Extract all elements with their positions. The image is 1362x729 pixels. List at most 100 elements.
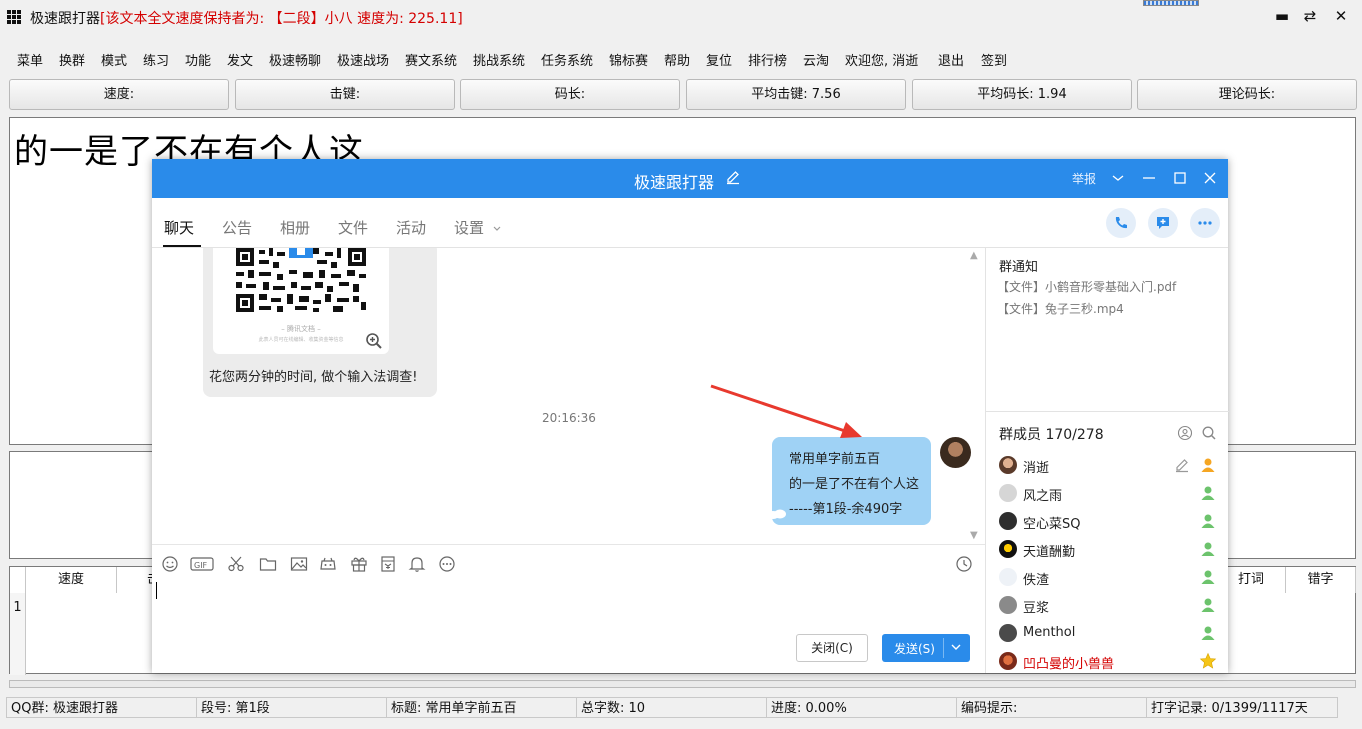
member-name: 空心菜SQ xyxy=(1023,517,1081,532)
message-timestamp: 20:16:36 xyxy=(542,411,596,425)
tab-settings[interactable]: 设置 xyxy=(454,217,502,238)
menu-item[interactable]: 排行榜 xyxy=(748,50,787,69)
member-item[interactable]: 佚渣 xyxy=(986,564,1229,592)
edit-icon[interactable] xyxy=(725,169,741,185)
close-button[interactable]: 关闭(C) xyxy=(796,634,868,662)
star-icon xyxy=(1199,652,1217,669)
grid-header-cell[interactable]: 错字 xyxy=(1286,567,1356,593)
history-clock-icon[interactable] xyxy=(955,555,973,573)
tab-activity[interactable]: 活动 xyxy=(396,217,426,238)
member-item[interactable]: 风之雨 xyxy=(986,480,1229,508)
shared-card-message[interactable]: – 腾讯文档 – 此表人员可在线编辑、收集资金等信息 花您两分钟的时间, 做个输… xyxy=(203,248,437,397)
member-avatar xyxy=(999,568,1017,586)
message-line: 的一是了不在有个人这 xyxy=(789,477,920,492)
menu-item[interactable]: 帮助 xyxy=(664,50,690,69)
qr-code-preview[interactable]: – 腾讯文档 – 此表人员可在线编辑、收集资金等信息 xyxy=(213,248,389,354)
tab-announcement[interactable]: 公告 xyxy=(222,217,252,238)
menu-item[interactable]: 发文 xyxy=(227,50,253,69)
message-list[interactable]: – 腾讯文档 – 此表人员可在线编辑、收集资金等信息 花您两分钟的时间, 做个输… xyxy=(152,248,985,544)
menu-item[interactable]: 签到 xyxy=(981,50,1007,69)
emoji-icon[interactable] xyxy=(161,555,179,573)
notice-file-item[interactable]: 【文件】兔子三秒.mp4 xyxy=(997,300,1124,317)
menu-item[interactable]: 赛文系统 xyxy=(405,50,457,69)
member-avatar xyxy=(999,456,1017,474)
minimize-icon[interactable]: ▬ xyxy=(1272,6,1292,26)
grid-header-cell[interactable]: 速度 xyxy=(26,567,117,593)
tab-settings-label: 设置 xyxy=(454,219,485,237)
gift-icon[interactable] xyxy=(350,555,368,573)
menu-item[interactable]: 模式 xyxy=(101,50,127,69)
member-item[interactable]: 空心菜SQ xyxy=(986,508,1229,536)
tab-files[interactable]: 文件 xyxy=(338,217,368,238)
member-name: Menthol xyxy=(1023,625,1076,640)
stat-theoretical-code-length: 理论码长: xyxy=(1137,79,1357,110)
menu-item[interactable]: 锦标赛 xyxy=(609,50,648,69)
message-input[interactable]: 关闭(C) 发送(S) xyxy=(152,580,985,673)
minimize-icon[interactable] xyxy=(1139,168,1159,188)
chevron-down-icon[interactable] xyxy=(1108,168,1128,188)
menu-item[interactable]: 云淘 xyxy=(803,50,829,69)
my-avatar[interactable] xyxy=(940,437,971,468)
grid-header-cell[interactable]: 击 xyxy=(117,567,160,593)
cloud-decoration-icon xyxy=(767,509,786,519)
report-link[interactable]: 举报 xyxy=(1072,170,1096,187)
member-item[interactable]: Menthol xyxy=(986,620,1229,648)
close-icon[interactable]: ✕ xyxy=(1331,6,1351,26)
zoom-in-icon[interactable] xyxy=(365,332,383,350)
member-icon xyxy=(1201,486,1215,500)
stat-avg-code-length: 平均码长: 1.94 xyxy=(912,79,1132,110)
member-name: 消逝 xyxy=(1023,461,1050,476)
grid-corner xyxy=(10,567,26,593)
image-icon[interactable] xyxy=(290,555,308,573)
red-packet-icon[interactable] xyxy=(379,555,397,573)
menu-item[interactable]: 任务系统 xyxy=(541,50,593,69)
menu-item[interactable]: 退出 xyxy=(938,50,964,69)
new-message-button[interactable] xyxy=(1148,208,1178,238)
folder-icon[interactable] xyxy=(259,555,277,573)
notice-file-item[interactable]: 【文件】小鹤音形零基础入门.pdf xyxy=(997,278,1176,295)
tab-chat[interactable]: 聊天 xyxy=(164,217,194,238)
search-icon[interactable] xyxy=(1201,425,1217,441)
bell-icon[interactable] xyxy=(408,555,426,573)
tab-album[interactable]: 相册 xyxy=(280,217,310,238)
chevron-down-icon[interactable] xyxy=(949,640,963,654)
call-button[interactable] xyxy=(1106,208,1136,238)
active-tab-indicator xyxy=(163,245,201,247)
app-grid-icon[interactable] xyxy=(7,10,23,24)
scissors-icon[interactable] xyxy=(227,555,245,573)
game-icon[interactable] xyxy=(319,555,337,573)
member-manage-icon[interactable] xyxy=(1177,425,1193,441)
member-item[interactable]: 凹凸曼的小兽兽 xyxy=(986,648,1229,676)
more-button[interactable] xyxy=(1190,208,1220,238)
menu-item[interactable]: 挑战系统 xyxy=(473,50,525,69)
member-icon xyxy=(1201,598,1215,612)
grid-row-number: 1 xyxy=(10,593,26,675)
menu-item[interactable]: 欢迎您, 消逝 xyxy=(845,50,918,69)
horizontal-scrollbar[interactable] xyxy=(9,680,1356,688)
gif-icon[interactable]: GIF xyxy=(190,555,214,573)
member-item[interactable]: 豆浆 xyxy=(986,592,1229,620)
scroll-down-icon[interactable]: ▼ xyxy=(970,530,978,541)
menu-item[interactable]: 菜单 xyxy=(17,50,43,69)
send-button[interactable]: 发送(S) xyxy=(882,634,970,662)
close-icon[interactable] xyxy=(1200,168,1220,188)
menu-item[interactable]: 换群 xyxy=(59,50,85,69)
menu-item[interactable]: 功能 xyxy=(185,50,211,69)
menu-item[interactable]: 复位 xyxy=(706,50,732,69)
menu-item[interactable]: 极速畅聊 xyxy=(269,50,321,69)
group-side-panel: 群通知 【文件】小鹤音形零基础入门.pdf 【文件】兔子三秒.mp4 群成员 1… xyxy=(985,248,1229,676)
more-icon[interactable] xyxy=(438,555,456,573)
record-holder-info: [该文本全文速度保持者为: 【二段】小八 速度为: 225.11] xyxy=(100,11,463,27)
member-avatar xyxy=(999,484,1017,502)
maximize-icon[interactable] xyxy=(1170,168,1190,188)
restore-icon[interactable]: ⇄ xyxy=(1300,6,1320,26)
edit-icon[interactable] xyxy=(1174,457,1190,473)
member-item[interactable]: 天道酬勤 xyxy=(986,536,1229,564)
member-icon xyxy=(1201,626,1215,640)
my-message-bubble[interactable]: 常用单字前五百 的一是了不在有个人这 -----第1段-余490字 xyxy=(767,437,931,525)
menu-item[interactable]: 练习 xyxy=(143,50,169,69)
scroll-up-icon[interactable]: ▲ xyxy=(970,250,978,261)
member-item[interactable]: 消逝 xyxy=(986,452,1229,480)
menu-item[interactable]: 极速战场 xyxy=(337,50,389,69)
message-line: 常用单字前五百 xyxy=(789,452,881,467)
